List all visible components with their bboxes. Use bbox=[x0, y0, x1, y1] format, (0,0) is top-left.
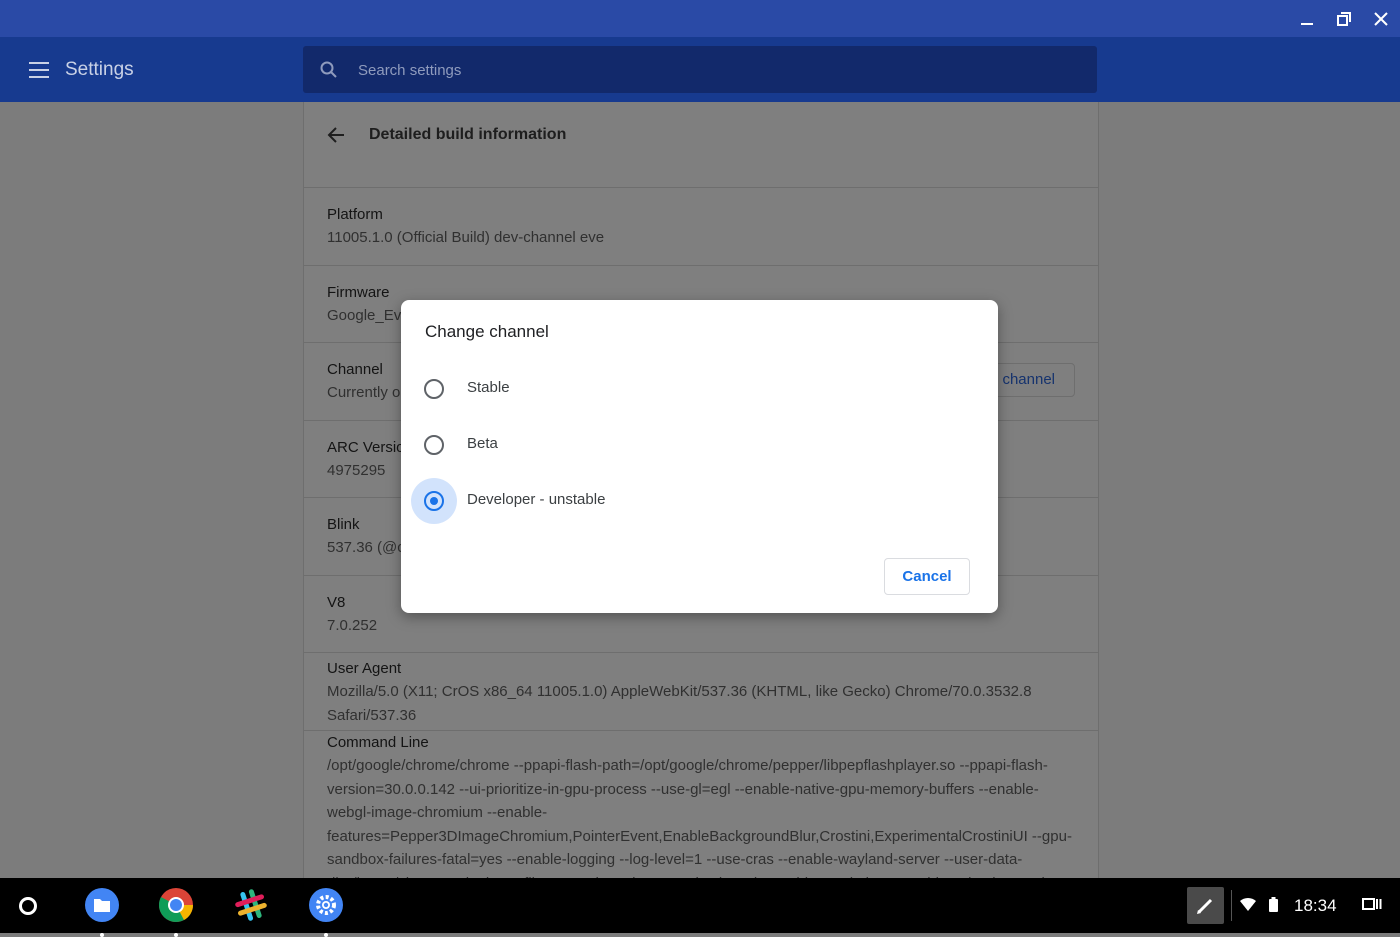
row-label: Command Line bbox=[327, 734, 429, 751]
radio-button[interactable] bbox=[424, 491, 444, 511]
build-info-row: Platform 11005.1.0 (Official Build) dev-… bbox=[304, 188, 1098, 266]
running-indicator bbox=[174, 933, 178, 937]
search-box[interactable] bbox=[303, 46, 1097, 93]
page-title: Detailed build information bbox=[369, 126, 567, 143]
radio-label: Beta bbox=[467, 435, 498, 452]
change-channel-button[interactable]: channel bbox=[985, 363, 1075, 397]
running-indicator bbox=[324, 933, 328, 937]
stylus-tools-icon[interactable] bbox=[1187, 887, 1224, 924]
radio-button[interactable] bbox=[424, 435, 444, 455]
radio-label: Stable bbox=[467, 379, 510, 396]
clock[interactable]: 18:34 bbox=[1294, 896, 1337, 916]
app-bar: Settings bbox=[0, 37, 1400, 102]
page-header: Detailed build information bbox=[304, 102, 1098, 188]
app-title: Settings bbox=[65, 59, 134, 80]
wifi-icon[interactable] bbox=[1239, 896, 1257, 912]
window-titlebar bbox=[0, 0, 1400, 37]
back-arrow-icon[interactable] bbox=[326, 124, 348, 146]
row-value: /opt/google/chrome/chrome --ppapi-flash-… bbox=[327, 757, 1072, 878]
build-info-row: User Agent Mozilla/5.0 (X11; CrOS x86_64… bbox=[304, 653, 1098, 731]
search-icon bbox=[319, 60, 339, 80]
row-label: User Agent bbox=[327, 660, 402, 677]
build-info-row: Command Line /opt/google/chrome/chrome -… bbox=[304, 731, 1098, 878]
dialog-title: Change channel bbox=[425, 322, 549, 341]
radio-option-beta[interactable]: Beta bbox=[411, 421, 711, 469]
cancel-button[interactable]: Cancel bbox=[884, 558, 970, 595]
close-icon[interactable] bbox=[1370, 8, 1392, 30]
radio-option-developer[interactable]: Developer - unstable bbox=[411, 477, 711, 525]
radio-button[interactable] bbox=[424, 379, 444, 399]
restore-icon[interactable] bbox=[1333, 8, 1355, 30]
minimize-icon[interactable] bbox=[1296, 8, 1318, 30]
row-value: Mozilla/5.0 (X11; CrOS x86_64 11005.1.0)… bbox=[327, 683, 1032, 724]
chrome-icon[interactable] bbox=[158, 887, 194, 937]
files-icon[interactable] bbox=[84, 887, 120, 937]
tray-divider bbox=[1231, 890, 1232, 921]
slack-icon[interactable] bbox=[233, 887, 269, 923]
launcher-icon[interactable] bbox=[19, 897, 37, 915]
running-indicator bbox=[100, 933, 104, 937]
search-input[interactable] bbox=[356, 58, 1080, 82]
radio-dot bbox=[430, 497, 438, 505]
battery-icon[interactable] bbox=[1269, 897, 1278, 912]
row-value: 7.0.252 bbox=[327, 616, 378, 634]
radio-label: Developer - unstable bbox=[467, 491, 606, 508]
change-channel-dialog: Change channel Stable Beta Developer - u… bbox=[401, 300, 998, 613]
row-label: Platform bbox=[327, 206, 383, 223]
radio-option-stable[interactable]: Stable bbox=[411, 365, 711, 413]
settings-icon[interactable] bbox=[308, 887, 344, 937]
overview-icon[interactable] bbox=[1362, 897, 1382, 911]
menu-icon[interactable] bbox=[29, 62, 49, 78]
row-value: 11005.1.0 (Official Build) dev-channel e… bbox=[327, 229, 605, 246]
shelf: 18:34 bbox=[0, 878, 1400, 937]
